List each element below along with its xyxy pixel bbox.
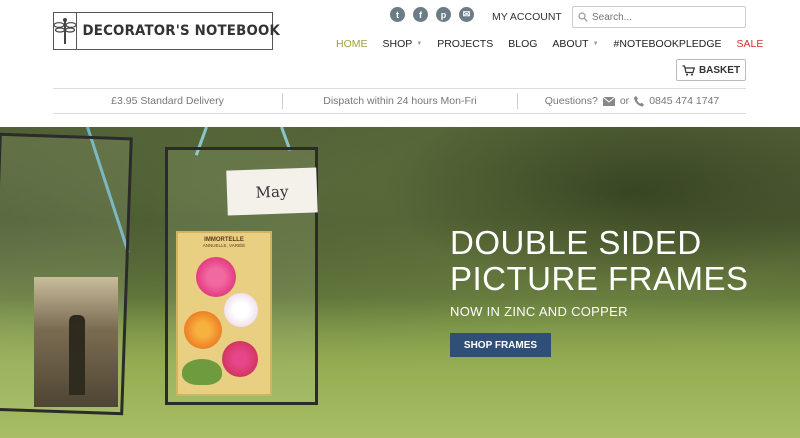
nav-about-label: ABOUT: [552, 38, 589, 50]
hero-text: DOUBLE SIDED PICTURE FRAMES NOW IN ZINC …: [450, 224, 749, 320]
nav-sale[interactable]: SALE: [737, 38, 764, 50]
hero-title-line2: PICTURE FRAMES: [450, 260, 749, 297]
phone-number[interactable]: 0845 474 1747: [649, 95, 719, 107]
flower-illustration: [184, 311, 222, 349]
hero-subtitle: NOW IN ZINC AND COPPER: [450, 304, 628, 319]
envelope-icon[interactable]: [602, 96, 615, 106]
hero-title-line1: DOUBLE SIDED: [450, 224, 702, 261]
nav-about[interactable]: ABOUT ▼: [552, 38, 598, 50]
nav-blog[interactable]: BLOG: [508, 38, 537, 50]
dispatch-info: Dispatch within 24 hours Mon-Fri: [323, 95, 477, 107]
may-tag: May: [226, 167, 318, 216]
shop-frames-button[interactable]: SHOP FRAMES: [450, 333, 551, 357]
or-label: or: [619, 95, 630, 107]
flower-illustration: [196, 257, 236, 297]
search-icon: [578, 12, 588, 22]
man-figure: [69, 315, 85, 395]
nav-shop[interactable]: SHOP ▼: [383, 38, 423, 50]
twitter-icon[interactable]: t: [390, 7, 405, 22]
chevron-down-icon: ▼: [416, 41, 423, 47]
email-icon[interactable]: ✉: [459, 7, 474, 22]
hero-banner[interactable]: May IMMORTELLE ANNUELLE, VARIÉE DOUBLE S…: [0, 127, 800, 438]
cart-icon: [682, 64, 695, 76]
social-links: t f p ✉: [390, 7, 474, 22]
phone-icon: [634, 95, 645, 107]
delivery-info: £3.95 Standard Delivery: [111, 95, 224, 107]
nav-shop-label: SHOP: [382, 38, 413, 50]
basket-button[interactable]: BASKET: [676, 59, 746, 81]
nav-projects[interactable]: PROJECTS: [437, 38, 493, 50]
seed-packet-subtitle: ANNUELLE, VARIÉE: [202, 243, 246, 248]
leaf-illustration: [182, 359, 222, 385]
seed-packet: IMMORTELLE ANNUELLE, VARIÉE: [176, 231, 272, 396]
pinterest-icon[interactable]: p: [436, 7, 451, 22]
logo-text: DECORATOR'S NOTEBOOK: [82, 23, 281, 39]
nav-home[interactable]: HOME: [336, 38, 368, 50]
chevron-down-icon: ▼: [592, 41, 599, 47]
search-box[interactable]: [572, 6, 746, 28]
nav-notebookpledge[interactable]: #NOTEBOOKPLEDGE: [614, 38, 722, 50]
dragonfly-icon: [54, 12, 77, 50]
search-input[interactable]: [592, 11, 732, 23]
flower-illustration: [224, 293, 258, 327]
site-logo[interactable]: DECORATOR'S NOTEBOOK: [53, 12, 280, 50]
vintage-photo: [34, 277, 118, 407]
my-account-link[interactable]: MY ACCOUNT: [492, 11, 562, 23]
info-bar: £3.95 Standard Delivery Dispatch within …: [53, 88, 746, 114]
main-nav: HOME SHOP ▼ PROJECTS BLOG ABOUT ▼ #NOTEB…: [336, 38, 763, 50]
flower-illustration: [222, 341, 258, 377]
basket-label: BASKET: [698, 64, 741, 76]
contact-info: Questions? or 0845 474 1747: [518, 95, 746, 107]
facebook-icon[interactable]: f: [413, 7, 428, 22]
questions-label: Questions?: [544, 95, 598, 107]
